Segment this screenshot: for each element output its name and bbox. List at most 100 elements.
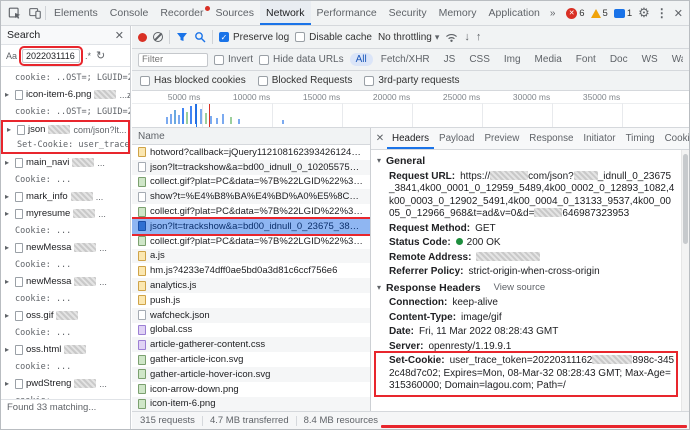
network-conditions-icon[interactable] [445,32,458,43]
request-row[interactable]: global.css [132,323,370,338]
throttling-dropdown[interactable]: No throttling [378,32,439,43]
search-result-item[interactable]: cookie: ... [1,392,130,400]
details-tab[interactable]: Timing [621,128,660,149]
record-icon[interactable] [138,32,147,42]
response-headers-section-header[interactable]: Response Headers View source [377,280,675,297]
expand-arrow-icon[interactable] [5,345,12,354]
search-result-item[interactable]: Cookie: ... [1,324,130,341]
search-result-item[interactable]: pwdStreng ... [1,375,130,392]
warning-count-badge[interactable]: 5 [590,8,608,19]
devtools-tab[interactable]: Security [383,1,433,25]
search-result-item[interactable]: cookie: ..OST=; LGUID=20... [1,69,130,86]
network-overview-timeline[interactable]: 5000 ms 10000 ms 15000 ms 20000 ms 25000… [132,91,689,128]
expand-arrow-icon[interactable] [5,209,12,218]
resource-type-filter[interactable]: Font [570,53,602,66]
search-result-item[interactable]: newMessa ... [1,239,130,256]
disable-cache-checkbox[interactable]: Disable cache [295,32,372,43]
search-result-item[interactable]: mark_info ... [1,188,130,205]
filter-input[interactable] [138,52,208,67]
resource-type-filter[interactable]: WS [636,53,664,66]
request-row[interactable]: collect.gif?plat=PC&data=%7B%22LGID%22%3… [132,234,370,249]
close-search-icon[interactable] [115,29,124,42]
search-result-item[interactable]: myresume ... [1,205,130,222]
name-column-header[interactable]: Name [132,128,370,145]
search-result-item[interactable]: main_navi ... [1,154,130,171]
devtools-tab[interactable]: Console [104,1,155,25]
resource-type-filter[interactable]: JS [438,53,462,66]
scrollbar-thumb[interactable] [683,154,688,244]
request-row[interactable]: push.js [132,293,370,308]
device-toolbar-icon[interactable] [25,3,45,23]
devtools-tab[interactable]: Elements [48,1,104,25]
expand-arrow-icon[interactable] [5,379,12,388]
invert-checkbox[interactable]: Invert [214,54,253,65]
request-row[interactable]: json?lt=trackshow&a=bd00_idnull_0_23675_… [132,217,370,236]
expand-arrow-icon[interactable] [5,192,12,201]
details-tab[interactable]: Initiator [578,128,620,149]
search-icon[interactable] [194,31,206,43]
filter-funnel-icon[interactable] [176,31,188,43]
search-result-item[interactable]: json com/json?lt... [1,120,130,137]
search-result-item[interactable]: Cookie: ... [1,171,130,188]
request-row[interactable]: icon-item-6.png [132,396,370,411]
expand-arrow-icon[interactable] [5,311,12,320]
details-tab[interactable]: Response [524,128,578,149]
view-source-link[interactable]: View source [494,282,546,295]
devtools-tab[interactable]: Recorder [154,1,210,25]
inspect-element-icon[interactable] [5,3,25,23]
request-row[interactable]: wafcheck.json [132,307,370,323]
request-row[interactable]: a.js [132,248,370,264]
devtools-tab[interactable]: Performance [311,1,383,25]
request-row[interactable]: json?lt=trackshow&a=bd00_idnull_0_102055… [132,159,370,175]
resource-type-filter[interactable]: Doc [604,53,634,66]
search-result-item[interactable]: cookie: ..OST=; LGUID=20... [1,103,130,120]
resource-type-filter[interactable]: Wasm [666,53,683,66]
search-result-item[interactable]: Cookie: ... [1,256,130,273]
expand-arrow-icon[interactable] [5,90,12,99]
refresh-search-icon[interactable] [96,49,105,62]
devtools-tab[interactable]: Memory [433,1,483,25]
request-row[interactable]: article-gatherer-content.css [132,337,370,353]
preserve-log-checkbox[interactable]: Preserve log [219,32,289,43]
search-result-item[interactable]: oss.html [1,341,130,358]
request-row[interactable]: collect.gif?plat=PC&data=%7B%22LGID%22%3… [132,204,370,219]
export-har-icon[interactable] [476,31,482,43]
expand-arrow-icon[interactable] [7,125,14,134]
resource-type-filter[interactable]: CSS [463,53,496,66]
details-tab[interactable]: Cookies [660,128,689,149]
expand-arrow-icon[interactable] [5,277,12,286]
request-row[interactable]: gather-article-hover-icon.svg [132,366,370,382]
details-tab[interactable]: Payload [434,128,479,149]
issue-count-badge[interactable]: 1 [613,8,632,19]
more-tabs-icon[interactable] [546,8,560,19]
close-details-icon[interactable] [373,133,387,144]
close-devtools-icon[interactable] [674,7,683,20]
regex-button[interactable]: .* [83,51,93,61]
details-tab[interactable]: Preview [479,128,524,149]
request-row[interactable]: analytics.js [132,278,370,293]
third-party-requests-checkbox[interactable]: 3rd-party requests [364,75,459,86]
search-result-item[interactable]: cookie: ... [1,358,130,375]
has-blocked-cookies-checkbox[interactable]: Has blocked cookies [140,75,246,86]
clear-icon[interactable] [153,32,163,42]
search-result-item[interactable]: icon-item-6.png ...z... [1,86,130,103]
request-row[interactable]: hotword?callback=jQuery11210816239342612… [132,145,370,160]
search-result-item[interactable]: oss.gif [1,307,130,324]
blocked-requests-checkbox[interactable]: Blocked Requests [257,75,352,86]
resource-type-filter[interactable]: Media [529,53,568,66]
error-count-badge[interactable]: 6 [566,7,585,19]
details-scrollbar[interactable] [681,150,689,411]
settings-gear-icon[interactable] [638,5,650,21]
hide-data-urls-checkbox[interactable]: Hide data URLs [259,54,344,65]
general-section-header[interactable]: General [377,153,675,170]
resource-type-filter[interactable]: Img [498,53,527,66]
resource-type-filter[interactable]: Fetch/XHR [375,53,436,66]
expand-arrow-icon[interactable] [5,158,12,167]
import-har-icon[interactable] [464,31,470,43]
request-row[interactable]: icon-arrow-down.png [132,382,370,397]
request-row[interactable]: collect.gif?plat=PC&data=%7B%22LGID%22%3… [132,175,370,190]
kebab-menu-icon[interactable] [656,6,668,20]
devtools-tab[interactable]: Sources [210,1,261,25]
details-tab[interactable]: Headers [387,128,434,149]
request-row[interactable]: gather-article-icon.svg [132,352,370,367]
